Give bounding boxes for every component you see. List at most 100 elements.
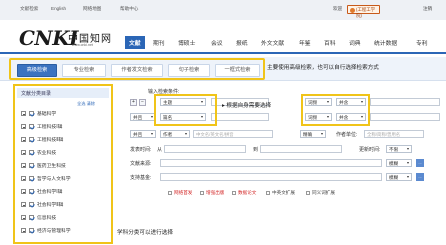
row-logic-select-2[interactable]: 并且 <box>130 113 156 121</box>
category-item[interactable]: 经济与管理科学 <box>21 227 71 234</box>
chevron-down-icon <box>407 162 409 164</box>
update-select[interactable]: 不限 <box>386 145 412 153</box>
checkbox-icon <box>232 190 236 195</box>
checkbox-checked-icon[interactable] <box>29 124 34 129</box>
sidebar-title: 文献分类目录 <box>17 88 109 98</box>
checkbox-checked-icon[interactable] <box>29 111 34 116</box>
checkbox-cn-en-expand[interactable]: 中英文扩展 <box>266 190 295 196</box>
select-all-link[interactable]: 全选 <box>77 101 85 106</box>
checkbox-icon <box>168 190 172 195</box>
checkbox-checked-icon[interactable] <box>29 202 34 207</box>
date-to-input[interactable] <box>260 145 342 153</box>
fund-more-button[interactable]: ... <box>416 173 424 181</box>
checkbox-icon <box>200 190 204 195</box>
checkbox-checked-icon[interactable] <box>29 163 34 168</box>
category-item[interactable]: 医药卫生科技 <box>21 162 66 169</box>
expand-icon[interactable] <box>21 189 26 194</box>
org-label: 作者单位: <box>336 132 358 138</box>
expand-icon[interactable] <box>21 111 26 116</box>
author-input[interactable]: 中文名/英文名/拼音 <box>193 130 273 138</box>
user-name: (工程工学院) <box>356 7 376 18</box>
cnki-logo[interactable]: CNKI 中国知网 www.cnki.net <box>15 26 115 50</box>
nav-item-thesis[interactable]: 博硕士 <box>178 38 195 47</box>
field-select-highlight <box>154 94 217 126</box>
chevron-down-icon <box>407 148 409 150</box>
annotation-fields: ▸ 根据自身需要选择 <box>222 103 272 109</box>
checkbox-enhanced[interactable]: 增强出版 <box>200 190 224 196</box>
checkbox-data-paper[interactable]: 数据论文 <box>232 190 256 196</box>
field-select-3[interactable]: 作者 <box>160 130 190 138</box>
add-row-icon[interactable]: + <box>130 99 137 106</box>
top-link-english[interactable]: English <box>51 6 66 11</box>
logo-url: www.cnki.net <box>72 43 93 47</box>
nav-item-literature[interactable]: 文献 <box>125 36 145 49</box>
expand-icon[interactable] <box>21 202 26 207</box>
nav-item-conference[interactable]: 会议 <box>211 38 223 47</box>
top-link-sitemap[interactable]: 网络地图 <box>83 6 101 12</box>
checkbox-checked-icon[interactable] <box>29 228 34 233</box>
nav-divider <box>0 52 446 54</box>
main-nav: 文献 期刊 博硕士 会议 报纸 外文文献 年鉴 百科 词典 统计数据 专利 <box>120 36 446 51</box>
welcome-text: 欢迎 <box>333 6 343 11</box>
nav-item-encyclopedia[interactable]: 百科 <box>324 38 336 47</box>
date-from-input[interactable] <box>164 145 246 153</box>
expand-icon[interactable] <box>21 163 26 168</box>
expand-icon[interactable] <box>21 150 26 155</box>
nav-item-dictionary[interactable]: 词典 <box>349 38 361 47</box>
top-utility-bar: 文献检索 English 网络地图 帮助中心 欢迎 (工程工学院) 注销 <box>0 0 446 20</box>
user-icon <box>350 7 355 13</box>
category-item[interactable]: 信息科技 <box>21 214 56 221</box>
checkbox-checked-icon[interactable] <box>29 150 34 155</box>
remove-row-icon[interactable]: − <box>139 99 146 106</box>
category-item[interactable]: 社会科学Ⅱ辑 <box>21 201 63 208</box>
nav-item-journal[interactable]: 期刊 <box>153 38 165 47</box>
checkbox-checked-icon[interactable] <box>29 137 34 142</box>
keyword-input-1b[interactable] <box>370 98 440 106</box>
org-input[interactable]: 全称/简称/曾用名 <box>364 130 424 138</box>
precision-select-3[interactable]: 精确 <box>300 130 326 138</box>
expand-icon[interactable] <box>21 124 26 129</box>
checkbox-checked-icon[interactable] <box>29 176 34 181</box>
nav-item-foreign[interactable]: 外文文献 <box>261 38 284 47</box>
clear-link[interactable]: 清除 <box>87 101 95 106</box>
source-input[interactable] <box>160 159 382 167</box>
source-precision-select[interactable]: 模糊 <box>386 159 412 167</box>
keyword-input-2[interactable] <box>211 113 269 121</box>
fund-input[interactable] <box>160 173 382 181</box>
category-item[interactable]: 农业科技 <box>21 149 56 156</box>
chevron-down-icon <box>185 133 187 135</box>
top-link-search[interactable]: 文献检索 <box>20 6 38 12</box>
category-item[interactable]: 工程科技Ⅰ辑 <box>21 123 62 130</box>
checkbox-icon <box>266 190 270 195</box>
chevron-down-icon <box>151 116 153 118</box>
source-more-button[interactable]: ... <box>416 159 424 167</box>
category-item[interactable]: 哲学与人文科学 <box>21 175 71 182</box>
fund-precision-select[interactable]: 模糊 <box>386 173 412 181</box>
nav-item-patent[interactable]: 专利 <box>416 38 428 47</box>
row-logic-select-3[interactable]: 并且 <box>130 130 156 138</box>
expand-icon[interactable] <box>21 176 26 181</box>
nav-item-newspaper[interactable]: 报纸 <box>236 38 248 47</box>
logout-link[interactable]: 注销 <box>423 6 432 12</box>
checkbox-checked-icon[interactable] <box>29 189 34 194</box>
category-item[interactable]: 工程科技Ⅱ辑 <box>21 136 63 143</box>
annotation-tabs: 主要使用高级检索，也可以自行选择检索方式 <box>267 65 379 71</box>
keyword-input-2b[interactable] <box>370 113 440 121</box>
update-label: 更新时间: <box>359 147 381 153</box>
top-link-help[interactable]: 帮助中心 <box>120 6 138 12</box>
checkbox-checked-icon[interactable] <box>29 215 34 220</box>
nav-item-yearbook[interactable]: 年鉴 <box>299 38 311 47</box>
chevron-down-icon <box>407 176 409 178</box>
expand-icon[interactable] <box>21 215 26 220</box>
category-item[interactable]: 基础科学 <box>21 110 56 117</box>
pubtime-label: 发表时间: <box>130 147 152 153</box>
freq-select-highlight <box>301 94 370 126</box>
checkbox-online-first[interactable]: 网络首发 <box>168 190 192 196</box>
source-label: 文献来源: <box>130 161 152 167</box>
nav-item-statistics[interactable]: 统计数据 <box>374 38 397 47</box>
expand-icon[interactable] <box>21 228 26 233</box>
user-account-chip[interactable]: (工程工学院) <box>347 5 380 18</box>
category-item[interactable]: 社会科学Ⅰ辑 <box>21 188 62 195</box>
expand-icon[interactable] <box>21 137 26 142</box>
checkbox-synonym-expand[interactable]: 同义词扩展 <box>306 190 335 196</box>
